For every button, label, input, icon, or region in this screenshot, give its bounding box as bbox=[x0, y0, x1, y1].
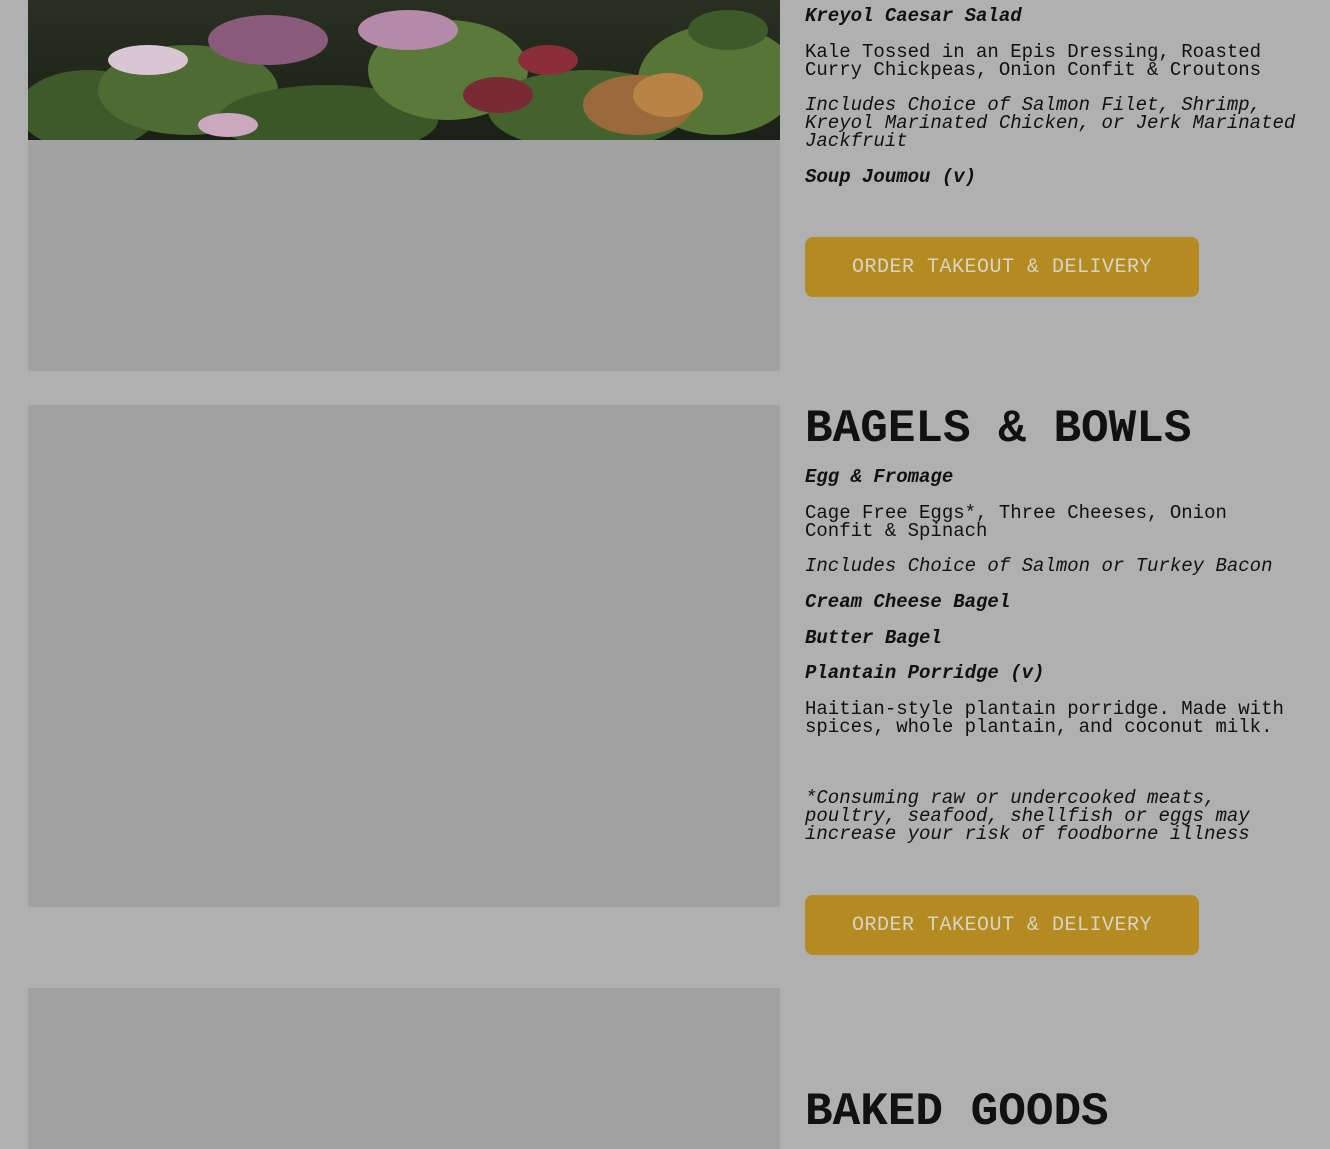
order-takeout-delivery-button[interactable]: ORDER TAKEOUT & DELIVERY bbox=[805, 895, 1199, 955]
salad-image-panel bbox=[28, 0, 780, 371]
menu-item-name: Kreyol Caesar Salad bbox=[805, 5, 1022, 27]
bagels-image-panel bbox=[28, 405, 780, 907]
menu-item-description: Haitian-style plantain porridge. Made wi… bbox=[805, 698, 1284, 738]
foodborne-disclaimer: *Consuming raw or undercooked meats, pou… bbox=[805, 787, 1250, 845]
menu-item-name: Egg & Fromage bbox=[805, 466, 954, 488]
section-title: BAGELS & BOWLS bbox=[805, 403, 1192, 455]
section-title: BAKED GOODS bbox=[805, 1086, 1109, 1138]
order-takeout-delivery-button[interactable]: ORDER TAKEOUT & DELIVERY bbox=[805, 237, 1199, 297]
baked-goods-image-panel bbox=[28, 988, 780, 1149]
menu-item-name: Butter Bagel bbox=[805, 627, 942, 649]
menu-item-description: Cage Free Eggs*, Three Cheeses, Onion Co… bbox=[805, 502, 1227, 542]
menu-item-name: Soup Joumou (v) bbox=[805, 166, 977, 188]
menu-item-name: Plantain Porridge (v) bbox=[805, 662, 1045, 684]
salad-photo bbox=[28, 0, 780, 140]
menu-item-note: Includes Choice of Salmon Filet, Shrimp,… bbox=[805, 94, 1296, 152]
menu-item-note: Includes Choice of Salmon or Turkey Baco… bbox=[805, 555, 1273, 577]
menu-item-description: Kale Tossed in an Epis Dressing, Roasted… bbox=[805, 41, 1262, 81]
menu-item-name: Cream Cheese Bagel bbox=[805, 591, 1011, 613]
